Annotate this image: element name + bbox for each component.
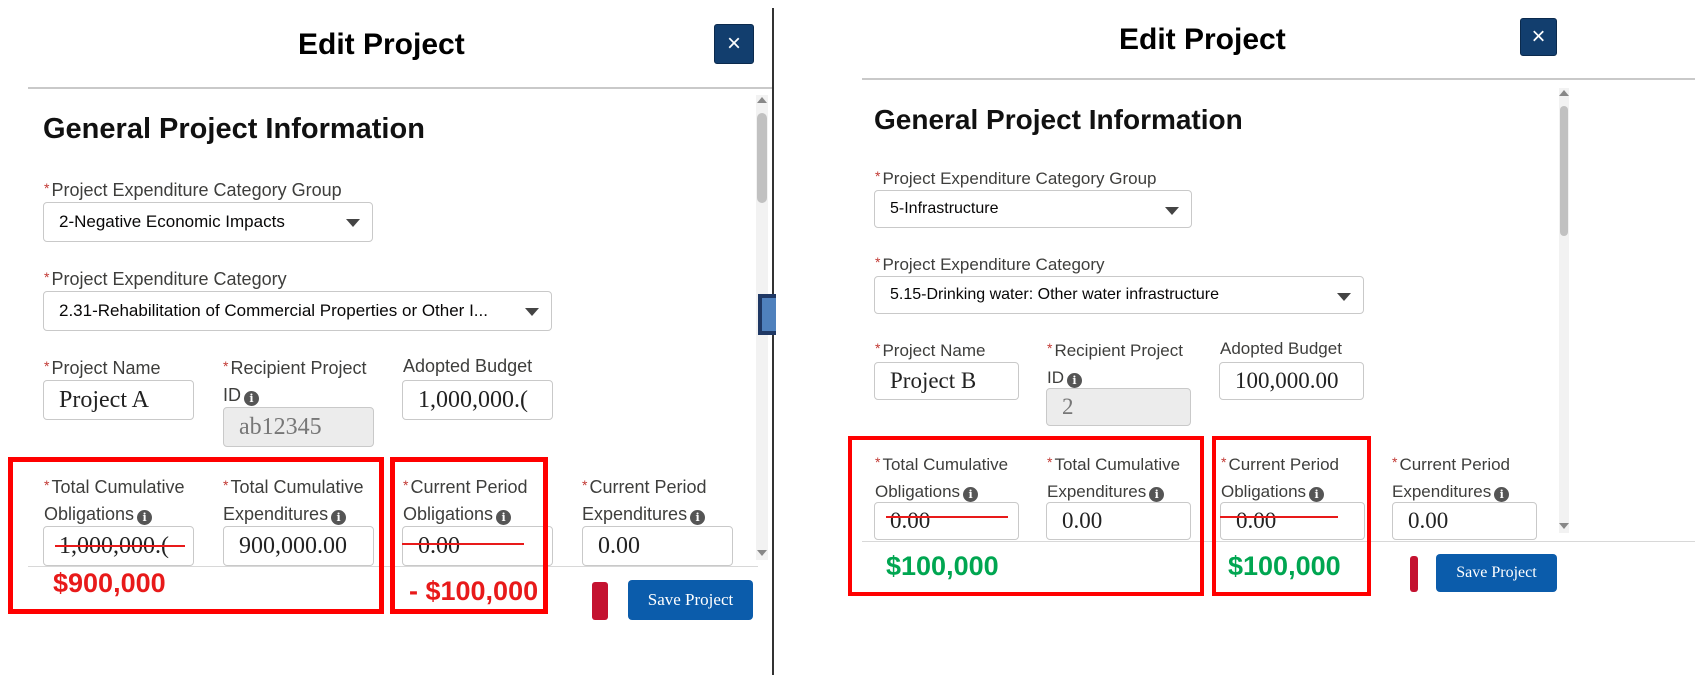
annotation-current-obligations: - $100,000: [409, 576, 539, 606]
annotation-current-obligations: $100,000: [1228, 551, 1341, 581]
recipient-id-input: 2: [1046, 388, 1191, 426]
scroll-up-icon[interactable]: [757, 97, 767, 103]
category-group-select[interactable]: 2-Negative Economic Impacts: [43, 202, 373, 242]
current-expenditures-input[interactable]: 0.00: [1392, 502, 1537, 540]
right-edit-project-modal: Edit Project × General Project Informati…: [776, 0, 1695, 675]
category-group-value: 5-Infrastructure: [890, 200, 999, 217]
adopted-budget-input[interactable]: 1,000,000.(: [402, 380, 553, 420]
scrollbar[interactable]: [1559, 88, 1569, 533]
close-button[interactable]: ×: [714, 24, 754, 64]
recipient-id-label: * Recipient Project ID i: [223, 358, 367, 406]
annotation-total-obligations: $900,000: [53, 568, 166, 598]
close-icon: ×: [726, 30, 741, 57]
info-icon[interactable]: i: [244, 391, 259, 406]
project-name-label: * Project Name: [875, 340, 986, 360]
recipient-id-input: ab12345: [223, 407, 374, 447]
category-label: * Project Expenditure Category: [875, 254, 1105, 274]
category-select[interactable]: 2.31-Rehabilitation of Commercial Proper…: [43, 291, 552, 331]
cancel-button[interactable]: [592, 582, 608, 620]
modal-title: Edit Project: [298, 28, 465, 61]
scrollbar-thumb[interactable]: [1560, 106, 1568, 236]
current-expenditures-input[interactable]: 0.00: [582, 526, 733, 566]
category-value: 2.31-Rehabilitation of Commercial Proper…: [59, 301, 488, 320]
section-title: General Project Information: [874, 104, 1243, 135]
category-value: 5.15-Drinking water: Other water infrast…: [890, 286, 1220, 303]
chevron-down-icon: [346, 219, 360, 227]
category-group-label: * Project Expenditure Category Group: [44, 180, 342, 200]
chevron-down-icon: [1165, 207, 1179, 215]
header-divider: [28, 87, 772, 89]
close-icon: ×: [1531, 23, 1546, 50]
category-group-value: 2-Negative Economic Impacts: [59, 212, 285, 231]
cancel-button[interactable]: [1410, 556, 1418, 592]
project-name-input[interactable]: Project B: [874, 362, 1019, 400]
adopted-budget-label: Adopted Budget: [403, 356, 533, 376]
info-icon[interactable]: i: [1494, 487, 1510, 502]
info-icon[interactable]: i: [1067, 373, 1082, 388]
category-select[interactable]: 5.15-Drinking water: Other water infrast…: [874, 276, 1364, 314]
left-edit-project-modal: Edit Project × General Project Informati…: [0, 0, 772, 675]
project-name-input[interactable]: Project A: [43, 380, 194, 420]
chevron-down-icon: [525, 308, 539, 316]
adopted-budget-label: Adopted Budget: [1220, 339, 1342, 358]
adopted-budget-input[interactable]: 100,000.00: [1219, 362, 1364, 400]
chevron-down-icon: [1337, 293, 1351, 301]
current-expenditures-label: * Current Period Expenditures i: [1392, 454, 1511, 502]
close-button[interactable]: ×: [1520, 18, 1557, 56]
header-divider: [862, 78, 1695, 80]
recipient-id-label: * Recipient Project ID i: [1047, 340, 1183, 388]
modal-title: Edit Project: [1119, 23, 1286, 56]
category-group-select[interactable]: 5-Infrastructure: [874, 190, 1192, 228]
save-project-button[interactable]: Save Project: [1436, 554, 1557, 592]
scroll-down-icon[interactable]: [757, 550, 767, 556]
section-title: General Project Information: [43, 113, 425, 145]
scroll-up-icon[interactable]: [1559, 90, 1569, 96]
annotation-total-obligations: $100,000: [886, 551, 999, 581]
project-name-label: * Project Name: [44, 358, 161, 378]
category-group-label: * Project Expenditure Category Group: [875, 168, 1157, 188]
info-icon[interactable]: i: [690, 510, 706, 525]
current-expenditures-label: * Current Period Expenditures i: [582, 477, 707, 525]
scrollbar-thumb[interactable]: [757, 113, 767, 203]
category-label: * Project Expenditure Category: [44, 269, 287, 289]
save-project-button[interactable]: Save Project: [628, 580, 753, 620]
scroll-down-icon[interactable]: [1559, 523, 1569, 529]
